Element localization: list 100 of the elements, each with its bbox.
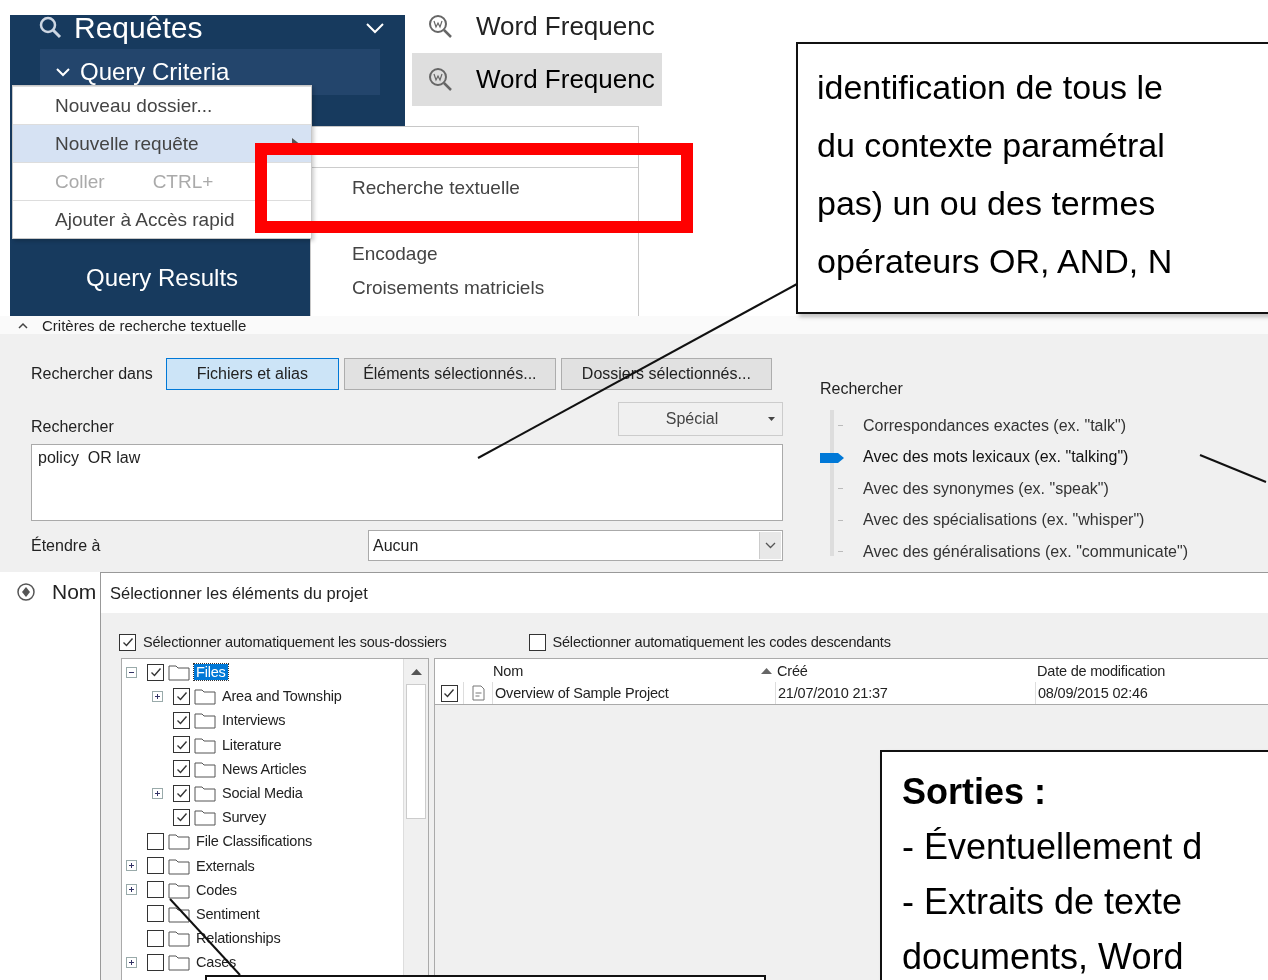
checkbox[interactable] <box>528 633 546 651</box>
callout-title: Sorties : <box>902 770 1048 814</box>
match-option[interactable]: Avec des généralisations (ex. "communicate") <box>863 542 1188 561</box>
submenu-item[interactable]: Recherche textuelle <box>311 171 520 205</box>
extend-select[interactable]: Aucun <box>368 530 783 561</box>
query-list-item[interactable]: Word Frequenc <box>412 53 662 106</box>
search-input[interactable]: policy OR law <box>31 444 783 521</box>
checkbox[interactable] <box>173 760 190 778</box>
match-option[interactable]: Avec des spécialisations (ex. "whisper") <box>863 511 1145 530</box>
tree-item[interactable]: Literature <box>220 736 284 753</box>
folder-icon <box>194 711 216 730</box>
tree-item[interactable]: Area and Township <box>220 688 344 705</box>
word-frequency-icon <box>428 13 454 40</box>
checkbox[interactable] <box>173 736 190 754</box>
collapse-icon[interactable] <box>126 666 137 678</box>
expand-icon[interactable] <box>126 860 137 872</box>
folder-icon <box>194 687 216 706</box>
submenu-item[interactable]: Encodage <box>311 237 438 271</box>
menu-item-label: Nouvelle requête <box>55 132 199 155</box>
callout-text: - Extraits de texte <box>902 880 1184 924</box>
shortcut-label: CTRL+ <box>152 170 214 193</box>
match-option[interactable]: Avec des mots lexicaux (ex. "talking") <box>863 448 1129 467</box>
menu-item-label: Ajouter à Accès rapid <box>55 208 235 231</box>
match-option[interactable]: Avec des synonymes (ex. "speak") <box>863 479 1109 498</box>
column-header[interactable]: Créé <box>761 662 808 679</box>
expand-icon[interactable] <box>126 956 137 968</box>
checkbox[interactable] <box>147 905 164 923</box>
folder-icon <box>194 808 216 827</box>
checkbox[interactable] <box>147 663 164 681</box>
tree-item[interactable]: Survey <box>220 809 268 826</box>
scrollbar-thumb[interactable] <box>406 684 426 819</box>
slider-thumb[interactable] <box>820 452 844 463</box>
checkbox[interactable] <box>119 633 136 651</box>
nav-title: Requêtes <box>74 15 203 45</box>
checkbox[interactable] <box>173 808 190 826</box>
field-label: Rechercher <box>820 380 903 397</box>
callout-text: documents, Word <box>902 935 1185 979</box>
tree-item[interactable]: File Classifications <box>194 833 315 850</box>
chevron-icon[interactable] <box>365 22 385 34</box>
callout-text: pas) un ou des termes <box>817 183 1157 224</box>
expand-icon[interactable] <box>126 884 137 896</box>
checkbox[interactable] <box>173 784 190 802</box>
collapse-icon[interactable] <box>18 321 28 329</box>
tree-item[interactable]: Interviews <box>220 712 288 729</box>
folder-icon <box>168 929 190 948</box>
callout-text: du contexte paramétral <box>817 125 1166 166</box>
callout-text: - Éventuellement d <box>902 825 1204 869</box>
document-icon <box>471 685 485 701</box>
folder-icon <box>168 880 190 899</box>
match-option[interactable]: Correspondances exactes (ex. "talk") <box>863 416 1127 435</box>
checkmark-icon <box>175 762 188 775</box>
checkbox[interactable] <box>440 684 458 702</box>
tree-item[interactable]: News Articles <box>220 760 309 777</box>
sort-ascending-icon <box>761 667 772 674</box>
field-label: Rechercher dans <box>31 365 153 383</box>
submenu-item[interactable]: Croisements matriciels <box>311 271 545 305</box>
checkbox[interactable] <box>147 953 164 971</box>
panel-title: Critères de recherche textuelle <box>42 316 247 334</box>
folder-icon <box>194 735 216 754</box>
tree-item[interactable]: Social Media <box>220 785 305 802</box>
folder-icon <box>168 953 190 972</box>
folder-icon <box>168 856 190 875</box>
checkbox[interactable] <box>173 711 190 729</box>
menu-item[interactable]: Ajouter à Accès rapid <box>13 200 311 238</box>
caret-icon <box>768 417 776 421</box>
tree-item[interactable]: Codes <box>194 881 239 898</box>
scope-button[interactable]: Fichiers et alias <box>165 358 339 390</box>
scope-button[interactable]: Éléments sélectionnés... <box>343 358 556 390</box>
tree-item[interactable]: Files <box>194 664 228 681</box>
table-cell: 21/07/2010 21:37 <box>775 682 1035 704</box>
checkbox[interactable] <box>147 929 164 947</box>
search-icon <box>38 15 64 41</box>
checkbox[interactable] <box>147 832 164 850</box>
menu-item-label: Coller <box>55 170 105 193</box>
expand-icon[interactable] <box>152 690 163 702</box>
checkmark-icon <box>443 687 455 699</box>
dialog-title: Sélectionner les éléments du projet <box>101 573 1268 613</box>
checkmark-icon <box>149 666 162 679</box>
column-header[interactable]: Nom <box>493 662 523 679</box>
tree-item[interactable]: Sentiment <box>194 905 262 922</box>
callout-text: opérateurs OR, AND, N <box>817 241 1174 282</box>
checkbox-label: Sélectionner automatiquement les sous-dossiers <box>143 634 447 650</box>
column-label: Nom <box>52 580 97 604</box>
tree-item[interactable]: Externals <box>194 857 257 874</box>
checkbox[interactable] <box>147 881 164 899</box>
checkmark-icon <box>175 738 188 751</box>
folder-icon <box>168 904 190 923</box>
caret-icon <box>765 542 776 549</box>
special-dropdown[interactable]: Spécial <box>618 402 783 436</box>
checkmark-icon <box>175 690 188 703</box>
checkbox[interactable] <box>173 687 190 705</box>
folder-icon <box>194 759 216 778</box>
checkmark-icon <box>175 811 188 824</box>
checkbox-label: Sélectionner automatiquement les codes descendants <box>552 634 891 650</box>
checkmark-icon <box>175 787 188 800</box>
column-header[interactable]: Date de modification <box>1037 662 1166 679</box>
checkmark-icon <box>121 636 134 648</box>
expand-icon[interactable] <box>152 787 163 799</box>
checkbox[interactable] <box>147 857 164 875</box>
folder-icon <box>168 663 190 682</box>
